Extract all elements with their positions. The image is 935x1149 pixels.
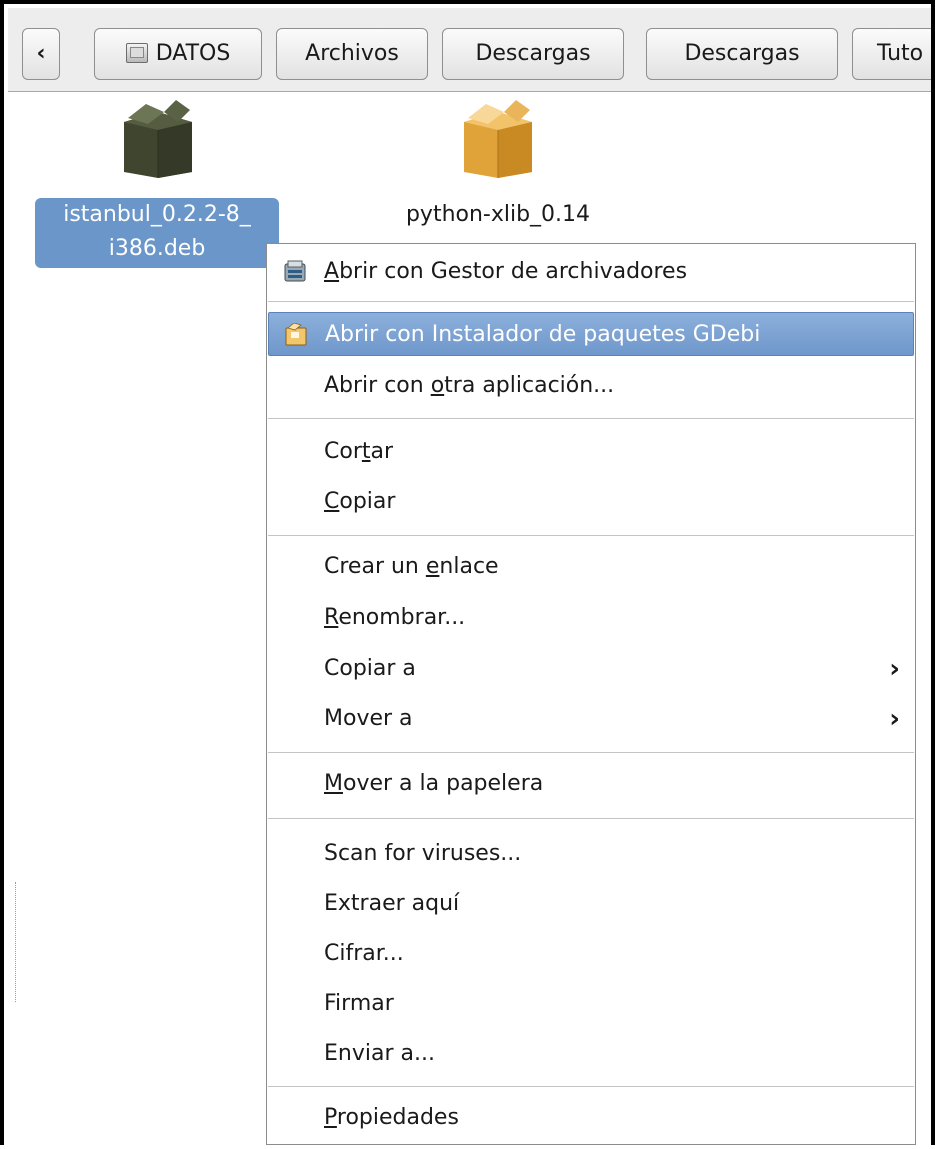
- path-button-label: DATOS: [155, 41, 231, 66]
- file-manager-window: ‹ DATOS Archivos Descargas Descargas Tut…: [0, 0, 935, 1149]
- path-button-datos[interactable]: DATOS: [94, 28, 262, 80]
- menu-item-move-to-trash[interactable]: Mover a la papelera: [268, 762, 914, 806]
- path-button-label: Archivos: [305, 41, 399, 66]
- menu-item-label: Extraer aquí: [324, 891, 460, 916]
- menu-separator: [268, 1086, 914, 1087]
- file-name-line2: i386.deb: [108, 236, 206, 261]
- menu-item-label: Copiar: [324, 489, 396, 514]
- back-button[interactable]: ‹: [22, 28, 60, 80]
- menu-separator: [268, 301, 914, 302]
- menu-item-label: Firmar: [324, 991, 394, 1016]
- package-dark-icon: [124, 100, 192, 178]
- menu-item-label: Renombrar...: [324, 605, 466, 630]
- menu-item-cut[interactable]: Cortar: [268, 430, 914, 474]
- menu-separator: [268, 418, 914, 419]
- menu-item-label: Enviar a...: [324, 1041, 435, 1066]
- pane-edge: [15, 882, 16, 1002]
- menu-item-copy-to[interactable]: Copiar a ›: [268, 647, 914, 691]
- path-bar: ‹ DATOS Archivos Descargas Descargas Tut…: [8, 8, 931, 92]
- file-name-line1: python-xlib_0.14: [405, 202, 591, 227]
- path-button-descargas-2[interactable]: Descargas: [646, 28, 838, 80]
- menu-item-label: Copiar a: [324, 656, 416, 681]
- file-name-line1: istanbul_0.2.2-8_: [63, 202, 251, 227]
- menu-item-copy[interactable]: Copiar: [268, 480, 914, 524]
- menu-item-label: Abrir con Gestor de archivadores: [324, 259, 688, 284]
- path-button-label: Descargas: [475, 41, 591, 66]
- path-button-descargas-1[interactable]: Descargas: [442, 28, 624, 80]
- menu-separator: [268, 535, 914, 536]
- menu-item-scan-viruses[interactable]: Scan for viruses...: [268, 832, 914, 876]
- menu-item-send-to[interactable]: Enviar a...: [268, 1032, 914, 1076]
- menu-item-open-gdebi[interactable]: Abrir con Instalador de paquetes GDebi: [268, 312, 914, 356]
- menu-item-extract-here[interactable]: Extraer aquí: [268, 882, 914, 926]
- file-label: istanbul_0.2.2-8_ i386.deb: [35, 198, 279, 268]
- context-menu: Abrir con Gestor de archivadores Abrir c…: [266, 243, 916, 1145]
- menu-item-label: Crear un enlace: [324, 554, 499, 579]
- menu-item-open-other-app[interactable]: Abrir con otra aplicación...: [268, 364, 914, 408]
- menu-item-label: Cortar: [324, 439, 394, 464]
- menu-item-properties[interactable]: Propiedades: [268, 1096, 914, 1140]
- menu-item-label: Abrir con Instalador de paquetes GDebi: [325, 322, 761, 347]
- menu-item-label: Abrir con otra aplicación...: [324, 373, 615, 398]
- file-label: python-xlib_0.14: [368, 198, 628, 238]
- menu-item-open-archive-manager[interactable]: Abrir con Gestor de archivadores: [268, 250, 914, 294]
- drive-icon: [125, 43, 148, 63]
- menu-item-encrypt[interactable]: Cifrar...: [268, 932, 914, 976]
- chevron-left-icon: ‹: [36, 41, 46, 66]
- chevron-right-icon: ›: [889, 704, 900, 734]
- menu-item-move-to[interactable]: Mover a ›: [268, 697, 914, 741]
- chevron-right-icon: ›: [889, 654, 900, 684]
- archive-manager-icon: [284, 260, 306, 282]
- menu-item-label: Scan for viruses...: [324, 841, 522, 866]
- gdebi-package-icon: [285, 323, 307, 346]
- package-orange-icon: [464, 100, 532, 178]
- path-button-label: Tuto: [877, 41, 924, 66]
- menu-item-sign[interactable]: Firmar: [268, 982, 914, 1026]
- path-button-archivos[interactable]: Archivos: [276, 28, 428, 80]
- menu-separator: [268, 818, 914, 819]
- menu-item-label: Mover a: [324, 706, 413, 731]
- menu-item-create-link[interactable]: Crear un enlace: [268, 545, 914, 589]
- menu-item-label: Propiedades: [324, 1105, 459, 1130]
- menu-item-label: Mover a la papelera: [324, 771, 544, 796]
- path-button-tuto[interactable]: Tuto: [852, 28, 931, 80]
- menu-item-label: Cifrar...: [324, 941, 404, 966]
- path-button-label: Descargas: [684, 41, 800, 66]
- menu-item-rename[interactable]: Renombrar...: [268, 596, 914, 640]
- menu-separator: [268, 752, 914, 753]
